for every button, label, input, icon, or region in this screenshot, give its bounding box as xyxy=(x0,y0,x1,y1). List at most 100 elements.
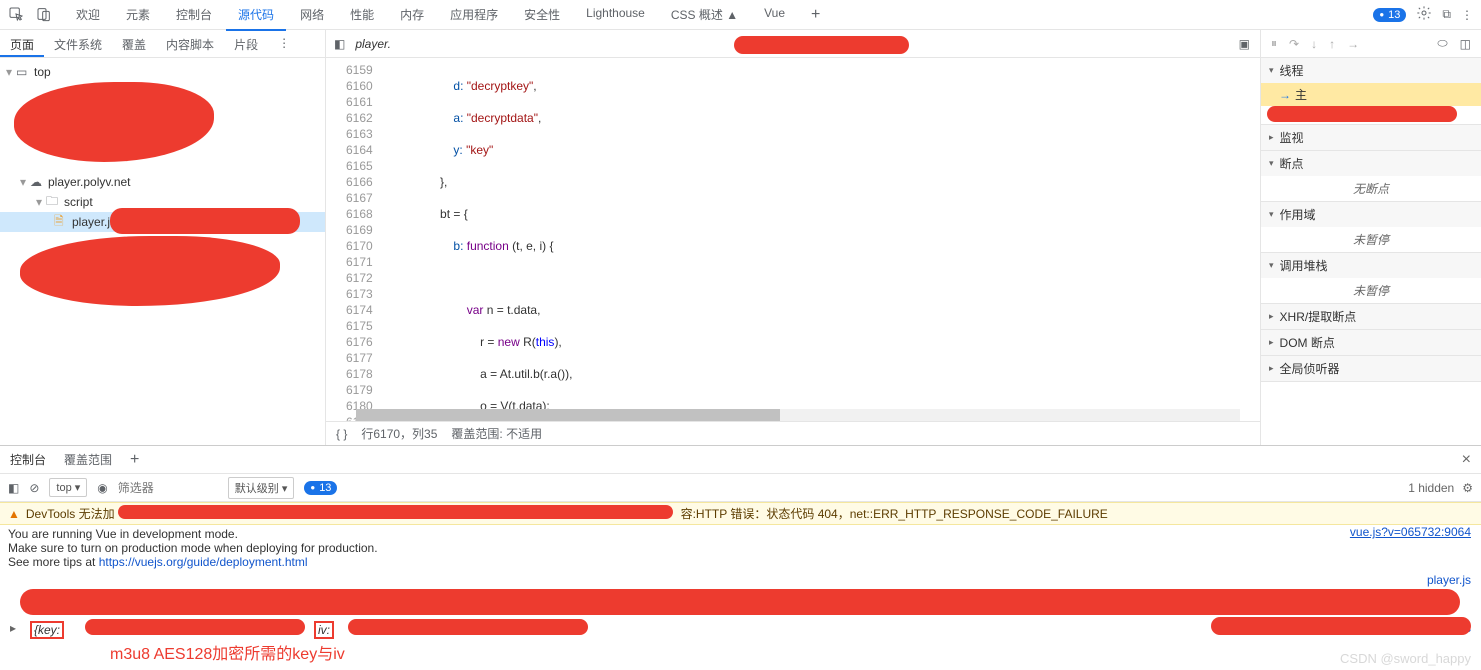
live-expr-icon[interactable]: ◉ xyxy=(97,481,107,495)
code-content[interactable]: d: "decryptkey", a: "decryptdata", y: "k… xyxy=(381,58,774,421)
tab-vue[interactable]: Vue xyxy=(752,0,797,30)
nav-tab-filesystem[interactable]: 文件系统 xyxy=(44,30,112,57)
pause-exc-icon[interactable]: ◫ xyxy=(1460,37,1471,51)
editor-pane: ◧ player. ▣ 6159616061616162616361646165… xyxy=(326,30,1261,445)
section-xhr[interactable]: ▸XHR/提取断点 xyxy=(1261,304,1481,329)
nav-tab-more-icon[interactable]: ⋮ xyxy=(268,30,300,57)
warning-icon: ▲ xyxy=(8,507,20,521)
file-tree[interactable]: ▾▭top ▾☁player.polyv.net ▾🗀script 🗎playe… xyxy=(0,58,325,445)
horizontal-scrollbar[interactable] xyxy=(356,409,1240,421)
tab-security[interactable]: 安全性 xyxy=(512,0,572,30)
debugger-toolbar: ⏸ ↷ ↓ ↑ → ⬭ ◫ xyxy=(1261,30,1481,58)
step-icon[interactable]: → xyxy=(1347,37,1359,51)
iv-label: iv: xyxy=(314,621,334,639)
editor-statusbar: { } 行6170，列35 覆盖范围: 不适用 xyxy=(326,421,1260,445)
section-threads[interactable]: ▾线程 xyxy=(1261,58,1481,83)
section-global[interactable]: ▸全局侦听器 xyxy=(1261,356,1481,381)
drawer-tab-coverage[interactable]: 覆盖范围 xyxy=(64,451,112,468)
section-dom[interactable]: ▸DOM 断点 xyxy=(1261,330,1481,355)
tab-elements[interactable]: 元素 xyxy=(114,0,162,30)
tree-folder[interactable]: ▾🗀script xyxy=(0,192,325,212)
navigator-tabs: 页面 文件系统 覆盖 内容脚本 片段 ⋮ xyxy=(0,30,325,58)
nav-tab-content[interactable]: 内容脚本 xyxy=(156,30,224,57)
cursor-position: 行6170，列35 xyxy=(361,425,437,442)
console-drawer: 控制台 覆盖范围 + × ◧ ⊘ top ▾ ◉ 默认级别 ▾ 13 1 hid… xyxy=(0,445,1481,637)
editor-tabs: ◧ player. ▣ xyxy=(326,30,1260,58)
nav-tab-overrides[interactable]: 覆盖 xyxy=(112,30,156,57)
drawer-close-icon[interactable]: × xyxy=(1462,451,1471,469)
step-over-icon[interactable]: ↷ xyxy=(1289,37,1299,51)
tab-lighthouse[interactable]: Lighthouse xyxy=(574,0,657,30)
inspect-icon[interactable] xyxy=(8,6,26,24)
drawer-add-icon[interactable]: + xyxy=(130,451,139,469)
tab-css-overview[interactable]: CSS 概述 ▲ xyxy=(659,0,750,30)
section-scope[interactable]: ▾作用域 xyxy=(1261,202,1481,227)
hidden-count: 1 hidden xyxy=(1408,481,1454,495)
braces-icon[interactable]: { } xyxy=(336,427,347,441)
add-tab-icon[interactable]: + xyxy=(799,0,832,30)
tab-performance[interactable]: 性能 xyxy=(338,0,386,30)
nav-tab-page[interactable]: 页面 xyxy=(0,30,44,57)
tab-sources[interactable]: 源代码 xyxy=(226,0,286,30)
nav-tab-snippets[interactable]: 片段 xyxy=(224,30,268,57)
warning-message: ▲ DevTools 无法加 容:HTTP 错误：状态代码 404，net::E… xyxy=(0,502,1481,525)
cs-empty: 未暂停 xyxy=(1261,278,1481,303)
tab-memory[interactable]: 内存 xyxy=(388,0,436,30)
coverage-status: 覆盖范围: 不适用 xyxy=(451,425,542,442)
console-badge[interactable]: 13 xyxy=(304,481,337,495)
panel-tabs: 欢迎 元素 控制台 源代码 网络 性能 内存 应用程序 安全性 Lighthou… xyxy=(64,0,832,30)
context-selector[interactable]: top ▾ xyxy=(49,478,87,497)
device-icon[interactable] xyxy=(36,6,54,24)
drawer-tab-console[interactable]: 控制台 xyxy=(10,451,46,468)
player-link-1[interactable]: player.js xyxy=(1427,573,1471,587)
filter-input[interactable] xyxy=(118,481,218,495)
level-selector[interactable]: 默认级别 ▾ xyxy=(228,477,295,499)
log-row-redacted xyxy=(0,589,1481,619)
cloud-icon: ☁ xyxy=(30,175,44,189)
thread-main[interactable]: →主 xyxy=(1261,83,1481,106)
annotation-caption: m3u8 AES128加密所需的key与iv xyxy=(110,640,345,664)
console-toolbar: ◧ ⊘ top ▾ ◉ 默认级别 ▾ 13 1 hidden ⚙ xyxy=(0,474,1481,502)
more-icon[interactable]: ⋮ xyxy=(1461,8,1473,22)
devtools-tabbar: 欢迎 元素 控制台 源代码 网络 性能 内存 应用程序 安全性 Lighthou… xyxy=(0,0,1481,30)
console-gear-icon[interactable]: ⚙ xyxy=(1462,481,1473,495)
player-link-2[interactable]: player.js xyxy=(1427,621,1471,635)
section-watch[interactable]: ▸监视 xyxy=(1261,125,1481,150)
folder-icon: 🗀 xyxy=(46,192,60,213)
tab-application[interactable]: 应用程序 xyxy=(438,0,510,30)
gear-icon[interactable] xyxy=(1416,5,1432,24)
tab-console[interactable]: 控制台 xyxy=(164,0,224,30)
console-sidebar-icon[interactable]: ◧ xyxy=(8,481,19,495)
step-out-icon[interactable]: ↑ xyxy=(1329,37,1335,51)
step-into-icon[interactable]: ↓ xyxy=(1311,37,1317,51)
section-breakpoints[interactable]: ▾断点 xyxy=(1261,151,1481,176)
bp-empty: 无断点 xyxy=(1261,176,1481,201)
pause-icon[interactable]: ⏸ xyxy=(1271,36,1277,51)
debugger-pane: ⏸ ↷ ↓ ↑ → ⬭ ◫ ▾线程 →主 ▸监视 ▾断点无断点 ▾作用域未暂停 … xyxy=(1261,30,1481,445)
vue-source-link[interactable]: vue.js?v=065732:9064 xyxy=(1350,525,1471,539)
key-label: {key: xyxy=(30,621,64,639)
issues-badge[interactable]: 13 xyxy=(1373,8,1406,22)
watermark: CSDN @sword_happy xyxy=(1340,651,1471,666)
tab-network[interactable]: 网络 xyxy=(288,0,336,30)
scope-empty: 未暂停 xyxy=(1261,227,1481,252)
vue-guide-link[interactable]: https://vuejs.org/guide/deployment.html xyxy=(99,555,308,569)
deactivate-bp-icon[interactable]: ⬭ xyxy=(1437,36,1447,51)
tab-welcome[interactable]: 欢迎 xyxy=(64,0,112,30)
vue-message: You are running Vue in development mode.… xyxy=(0,525,1481,571)
tree-top[interactable]: ▾▭top xyxy=(0,62,325,82)
clear-console-icon[interactable]: ⊘ xyxy=(29,481,39,495)
section-callstack[interactable]: ▾调用堆栈 xyxy=(1261,253,1481,278)
editor-filename[interactable]: player. xyxy=(355,37,391,51)
line-gutter: 6159616061616162616361646165616661676168… xyxy=(326,58,381,421)
log-row-key: ▸ {key: iv: player.js xyxy=(0,619,1481,637)
tree-file[interactable]: 🗎player.js xyxy=(0,212,325,232)
code-editor[interactable]: 6159616061616162616361646165616661676168… xyxy=(326,58,1260,421)
tree-top-label: top xyxy=(34,65,51,79)
nav-files-icon[interactable]: ◧ xyxy=(334,37,345,51)
dock-icon[interactable]: ⧉ xyxy=(1442,7,1451,22)
console-messages[interactable]: ▲ DevTools 无法加 容:HTTP 错误：状态代码 404，net::E… xyxy=(0,502,1481,637)
editor-toggle-icon[interactable]: ▣ xyxy=(1239,37,1250,51)
tree-folder-label: script xyxy=(64,195,93,209)
tree-domain[interactable]: ▾☁player.polyv.net xyxy=(0,172,325,192)
